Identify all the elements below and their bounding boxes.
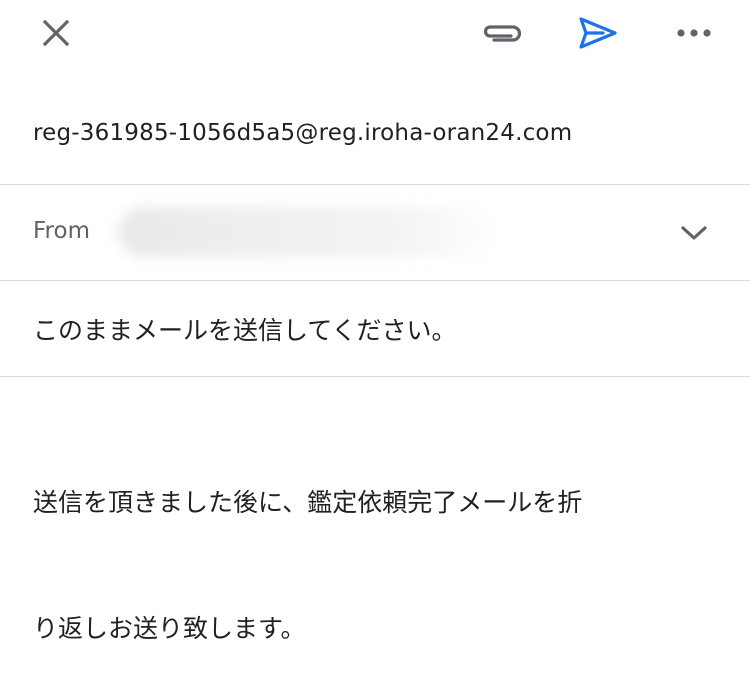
body-line-1: 送信を頂きました後に、鑑定依頼完了メールを折 (33, 488, 583, 517)
subject-text[interactable]: このままメールを送信してください。 (33, 311, 457, 347)
subject-field-row[interactable]: このままメールを送信してください。 (0, 281, 750, 377)
paperclip-icon (483, 25, 522, 42)
close-icon (42, 19, 70, 47)
to-address[interactable]: reg-361985-1056d5a5@reg.iroha-oran24.com (33, 120, 572, 146)
close-button[interactable] (32, 12, 80, 54)
message-body[interactable]: 送信を頂きました後に、鑑定依頼完了メールを折 り返しお送り致します。 (33, 398, 723, 643)
send-icon (579, 17, 617, 49)
more-options-button[interactable] (668, 12, 720, 54)
send-button[interactable] (572, 12, 624, 54)
from-address-redacted (118, 207, 498, 257)
chevron-down-icon (681, 226, 707, 240)
from-field-row[interactable]: From (0, 185, 750, 281)
to-field-row[interactable]: reg-361985-1056d5a5@reg.iroha-oran24.com (0, 90, 750, 185)
attach-button[interactable] (478, 12, 526, 54)
compose-toolbar (0, 0, 750, 70)
body-line-2: り返しお送り致します。 (33, 614, 306, 643)
from-label: From (33, 218, 90, 244)
more-horizontal-icon (677, 29, 711, 37)
from-expand-button[interactable] (670, 213, 718, 253)
